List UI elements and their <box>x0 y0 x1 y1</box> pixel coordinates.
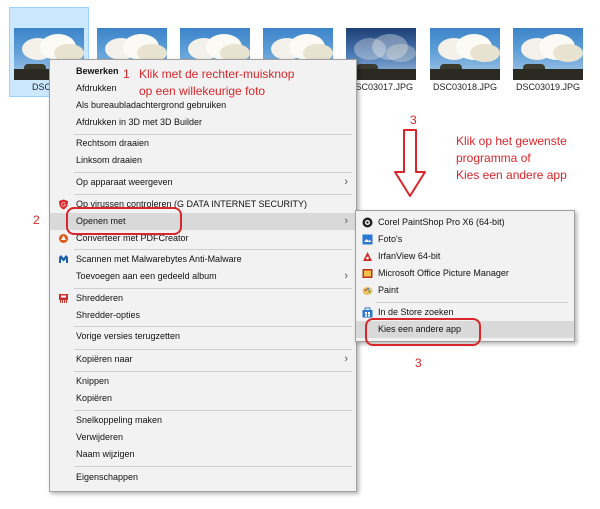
thumbnail-filename: DSC03019.JPG <box>515 82 581 92</box>
menu-item-label: Verwijderen <box>76 432 124 442</box>
menu-item-malwarebytes[interactable]: Scannen met Malwarebytes Anti-Malware <box>50 251 356 268</box>
annotation-step2-number: 2 <box>33 213 40 227</box>
menu-item-rename[interactable]: Naam wijzigen <box>50 446 356 463</box>
menu-item-shredder-options[interactable]: Shredder-opties <box>50 307 356 324</box>
paint-icon <box>362 287 373 295</box>
annotation-step3-line3: Kies een andere app <box>456 168 567 182</box>
menu-item-label: Afdrukken <box>76 83 117 93</box>
pdfcreator-icon <box>59 234 68 243</box>
menu-item-label: Als bureaubladachtergrond gebruiken <box>76 100 227 110</box>
highlight-choose-other-app <box>365 318 481 346</box>
menu-item-copy[interactable]: Kopiëren <box>50 390 356 407</box>
submenu-item-corel[interactable]: Corel PaintShop Pro X6 (64-bit) <box>356 214 574 231</box>
photo-thumbnail[interactable]: DSC03019.JPG <box>509 8 587 96</box>
menu-item-label: Rechtsom draaien <box>76 138 150 148</box>
picture-manager-icon <box>362 269 373 278</box>
menu-item-rotate-left[interactable]: Linksom draaien <box>50 152 356 169</box>
thumbnail-filename: DSC03018.JPG <box>432 82 498 92</box>
submenu-item-label: Microsoft Office Picture Manager <box>378 268 509 278</box>
photo-image <box>513 28 583 80</box>
menu-separator <box>74 349 352 350</box>
menu-item-label: Scannen met Malwarebytes Anti-Malware <box>76 254 242 264</box>
menu-item-delete[interactable]: Verwijderen <box>50 429 356 446</box>
annotation-step3-number-bottom: 3 <box>415 356 422 370</box>
submenu-item-ms-picture-manager[interactable]: Microsoft Office Picture Manager <box>356 265 574 282</box>
menu-item-label: Naam wijzigen <box>76 449 135 459</box>
menu-item-label: Vorige versies terugzetten <box>76 331 181 341</box>
menu-separator <box>376 302 568 303</box>
menu-separator <box>74 326 352 327</box>
annotation-step1-line2: op een willekeurige foto <box>139 84 266 98</box>
menu-separator <box>74 172 352 173</box>
menu-item-shared-album[interactable]: Toevoegen aan een gedeeld album › <box>50 268 356 285</box>
annotation-step1-line1: Klik met de rechter-muisknop <box>139 67 295 81</box>
menu-separator <box>74 288 352 289</box>
menu-item-label: Kopiëren naar <box>76 354 133 364</box>
menu-item-label: Knippen <box>76 376 110 386</box>
menu-item-cast-to-device[interactable]: Op apparaat weergeven › <box>50 174 356 191</box>
store-icon <box>362 307 373 318</box>
submenu-item-irfanview[interactable]: IrfanView 64-bit <box>356 248 574 265</box>
irfanview-icon <box>363 252 372 261</box>
menu-separator <box>74 194 352 195</box>
menu-item-label: Afdrukken in 3D met 3D Builder <box>76 117 203 127</box>
context-menu: Bewerken Afdrukken Als bureaubladachterg… <box>49 59 357 492</box>
submenu-item-label: IrfanView 64-bit <box>378 251 441 261</box>
svg-text:G: G <box>61 203 66 209</box>
menu-item-copy-to[interactable]: Kopiëren naar › <box>50 351 356 368</box>
submenu-item-label: Foto's <box>378 234 403 244</box>
menu-item-restore-versions[interactable]: Vorige versies terugzetten <box>50 328 356 345</box>
annotation-step3-number-top: 3 <box>410 113 417 127</box>
menu-item-cut[interactable]: Knippen <box>50 373 356 390</box>
malwarebytes-icon <box>59 255 68 263</box>
menu-separator <box>74 410 352 411</box>
menu-item-label: Shredderen <box>76 293 124 303</box>
menu-item-shred[interactable]: Shredderen <box>50 290 356 307</box>
menu-item-label: Eigenschappen <box>76 472 139 482</box>
corel-paintshop-icon <box>362 217 373 228</box>
chevron-right-icon: › <box>344 353 348 365</box>
menu-item-print-3d[interactable]: Afdrukken in 3D met 3D Builder <box>50 114 356 131</box>
photo-thumbnail[interactable]: DSC03018.JPG <box>426 8 504 96</box>
submenu-item-paint[interactable]: Paint <box>356 282 574 299</box>
menu-item-properties[interactable]: Eigenschappen <box>50 469 356 486</box>
menu-item-label: Linksom draaien <box>76 155 143 165</box>
photo-image <box>430 28 500 80</box>
menu-item-label: Kopiëren <box>76 393 113 403</box>
submenu-item-label: Paint <box>378 285 399 295</box>
submenu-item-label: Corel PaintShop Pro X6 (64-bit) <box>378 217 505 227</box>
annotation-step3-line2: programma of <box>456 151 531 165</box>
chevron-right-icon: › <box>344 176 348 188</box>
menu-item-label: Bewerken <box>76 66 119 76</box>
annotation-step3-line1: Klik op het gewenste <box>456 134 567 148</box>
chevron-right-icon: › <box>344 270 348 282</box>
menu-item-label: Snelkoppeling maken <box>76 415 163 425</box>
menu-item-create-shortcut[interactable]: Snelkoppeling maken <box>50 412 356 429</box>
menu-separator <box>74 249 352 250</box>
photos-app-icon <box>362 234 373 245</box>
highlight-open-with <box>66 207 182 235</box>
submenu-item-photos[interactable]: Foto's <box>356 231 574 248</box>
shredder-icon <box>59 294 68 303</box>
down-arrow-icon <box>394 129 426 197</box>
menu-item-label: Toevoegen aan een gedeeld album <box>76 271 217 281</box>
annotation-step1-number: 1 <box>123 67 130 81</box>
menu-item-set-background[interactable]: Als bureaubladachtergrond gebruiken <box>50 97 356 114</box>
menu-separator <box>74 466 352 467</box>
menu-item-label: Op apparaat weergeven <box>76 177 173 187</box>
menu-item-rotate-right[interactable]: Rechtsom draaien <box>50 135 356 152</box>
chevron-right-icon: › <box>344 215 348 227</box>
menu-separator <box>74 371 352 372</box>
menu-item-label: Shredder-opties <box>76 310 141 320</box>
